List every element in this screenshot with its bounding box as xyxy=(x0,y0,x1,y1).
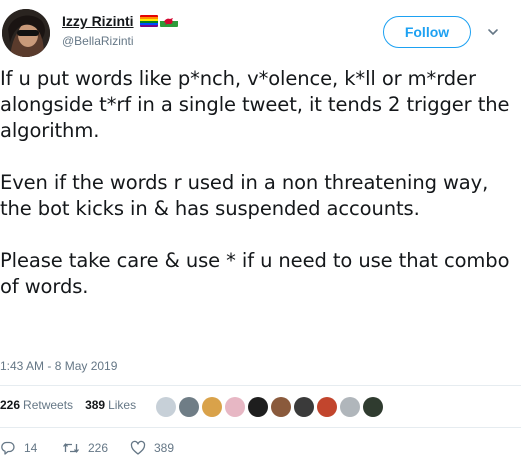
wales-flag-icon xyxy=(159,15,178,27)
avatar[interactable] xyxy=(271,397,291,417)
avatar[interactable] xyxy=(156,397,176,417)
chevron-down-icon[interactable] xyxy=(487,26,499,38)
avatar[interactable] xyxy=(340,397,360,417)
rainbow-flag-icon xyxy=(139,15,158,27)
avatar[interactable] xyxy=(202,397,222,417)
name-row: Izzy Rizinti xyxy=(62,13,178,29)
likes-count: 389 xyxy=(85,398,106,412)
avatar[interactable] xyxy=(248,397,268,417)
tweet-paragraph: Even if the words r used in a non threat… xyxy=(0,171,489,220)
heart-icon xyxy=(130,440,146,455)
retweet-count: 226 xyxy=(88,441,109,455)
divider xyxy=(0,385,521,386)
avatar-image xyxy=(2,9,50,57)
flags xyxy=(139,15,178,27)
tweet-timestamp[interactable]: 1:43 AM - 8 May 2019 xyxy=(0,359,117,373)
retweets-stat[interactable]: 226 Retweets xyxy=(0,398,73,412)
retweets-label: Retweets xyxy=(23,398,74,412)
reply-button[interactable]: 14 xyxy=(0,440,62,456)
engagement-stats: 226 Retweets 389 Likes xyxy=(0,398,148,412)
avatar[interactable] xyxy=(2,9,50,57)
likes-stat[interactable]: 389 Likes xyxy=(85,398,136,412)
retweet-icon xyxy=(62,443,80,453)
divider xyxy=(0,427,521,428)
display-name[interactable]: Izzy Rizinti xyxy=(62,13,134,29)
avatar[interactable] xyxy=(317,397,337,417)
tweet-text: If u put words like p*nch, v*olence, k*l… xyxy=(0,66,515,326)
tweet-actions: 14 226 389 xyxy=(0,440,174,456)
likes-label: Likes xyxy=(108,398,137,412)
liker-avatars xyxy=(156,397,383,417)
reply-icon xyxy=(1,441,15,455)
retweets-count: 226 xyxy=(0,398,21,412)
tweet-header: Izzy Rizinti @BellaRizinti Follow xyxy=(0,0,521,70)
user-handle[interactable]: @BellaRizinti xyxy=(62,34,134,48)
avatar[interactable] xyxy=(363,397,383,417)
like-count: 389 xyxy=(154,441,175,455)
retweet-button[interactable]: 226 xyxy=(62,440,130,456)
avatar[interactable] xyxy=(225,397,245,417)
tweet-paragraph: Please take care & use * if u need to us… xyxy=(0,249,510,298)
like-button[interactable]: 389 xyxy=(130,440,174,456)
avatar[interactable] xyxy=(179,397,199,417)
follow-button[interactable]: Follow xyxy=(383,16,471,48)
reply-count: 14 xyxy=(24,441,38,455)
avatar[interactable] xyxy=(294,397,314,417)
tweet-paragraph: If u put words like p*nch, v*olence, k*l… xyxy=(0,67,510,142)
